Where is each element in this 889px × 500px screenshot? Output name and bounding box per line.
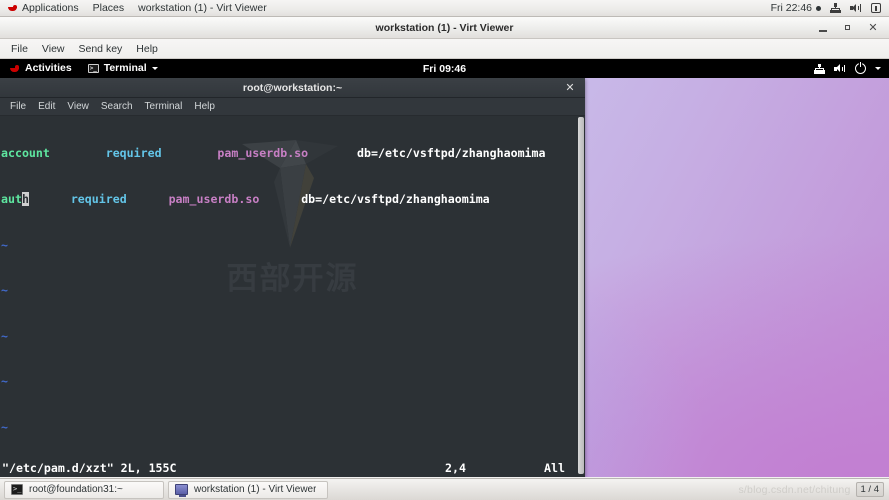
host-clock[interactable]: Fri 22:46: [771, 2, 821, 14]
guest-clock-label: Fri 09:46: [422, 62, 467, 75]
host-window-label: workstation (1) - Virt Viewer: [138, 2, 267, 14]
taskbar-item-terminal[interactable]: root@foundation31:~: [4, 480, 164, 499]
guest-app-menu[interactable]: Terminal: [80, 59, 166, 78]
guest-status-area[interactable]: [814, 62, 889, 74]
virt-viewer-menubar: File View Send key Help: [0, 39, 889, 59]
redhat-logo-icon: [9, 65, 20, 73]
host-taskbar: root@foundation31:~ workstation (1) - Vi…: [0, 478, 889, 500]
taskbar-watermark: s/blog.csdn.net/chitung: [738, 483, 851, 496]
terminal-scrollbar[interactable]: [577, 116, 585, 477]
workspace-pager[interactable]: 1 / 4: [855, 482, 884, 497]
guest-app-label: Terminal: [103, 62, 147, 74]
vim-tilde-row: ~: [1, 374, 8, 389]
terminal-menubar: File Edit View Search Terminal Help: [0, 98, 585, 116]
chevron-down-icon: [151, 67, 158, 70]
terminal-menu-terminal[interactable]: Terminal: [139, 99, 189, 115]
menu-help[interactable]: Help: [129, 40, 165, 58]
power-icon: [855, 62, 866, 74]
virt-viewer-title: workstation (1) - Virt Viewer: [375, 21, 514, 34]
guest-desktop: Activities Terminal Fri 09:46: [0, 59, 889, 477]
maximize-button[interactable]: [842, 22, 854, 34]
virt-viewer-icon: [175, 484, 188, 497]
virt-viewer-window-controls: ✕: [817, 17, 885, 39]
taskbar-right-area: s/blog.csdn.net/chitung 1 / 4: [738, 482, 887, 497]
host-top-panel: Applications Places workstation (1) - Vi…: [0, 0, 889, 17]
vim-status-scroll: All: [544, 461, 565, 475]
terminal-menu-view[interactable]: View: [61, 99, 95, 115]
vim-tilde-row: ~: [1, 419, 8, 434]
vim-tilde-row: ~: [1, 237, 8, 252]
taskbar-item-virt-viewer-label: workstation (1) - Virt Viewer: [194, 484, 317, 495]
notification-dot-icon: [816, 5, 821, 11]
vim-line-1: account required pam_userdb.so db=/etc/v…: [1, 146, 546, 161]
volume-icon[interactable]: [850, 3, 862, 13]
guest-activities-button[interactable]: Activities: [0, 59, 80, 78]
vim-status-line: "/etc/pam.d/xzt" 2L, 155C 2,4 All: [0, 459, 577, 477]
vim-status-file: "/etc/pam.d/xzt" 2L, 155C: [2, 461, 177, 475]
virt-viewer-window: workstation (1) - Virt Viewer ✕ File Vie…: [0, 17, 889, 478]
vim-line-2: auth required pam_userdb.so db=/etc/vsft…: [1, 192, 490, 206]
taskbar-item-virt-viewer[interactable]: workstation (1) - Virt Viewer: [168, 480, 328, 499]
terminal-menu-file[interactable]: File: [4, 99, 32, 115]
redhat-logo-icon: [7, 4, 18, 12]
guest-activities-label: Activities: [25, 62, 72, 74]
terminal-menu-search[interactable]: Search: [95, 99, 139, 115]
scrollbar-thumb[interactable]: [578, 117, 584, 474]
virt-viewer-titlebar[interactable]: workstation (1) - Virt Viewer ✕: [0, 17, 889, 39]
battery-icon[interactable]: [871, 3, 881, 13]
terminal-icon: [11, 483, 23, 495]
host-places-label: Places: [92, 2, 125, 14]
terminal-menu-edit[interactable]: Edit: [32, 99, 61, 115]
host-applications-label: Applications: [22, 2, 79, 14]
menu-view[interactable]: View: [35, 40, 72, 58]
host-applications-menu[interactable]: Applications: [0, 0, 86, 16]
host-status-area: Fri 22:46: [771, 2, 889, 14]
vim-cursor: h: [21, 192, 29, 206]
guest-top-panel: Activities Terminal Fri 09:46: [0, 59, 889, 78]
menu-send-key[interactable]: Send key: [72, 40, 130, 58]
terminal-window: root@workstation:~ ✕ File Edit View Sear…: [0, 78, 585, 477]
vim-tilde-row: ~: [1, 328, 8, 343]
close-button[interactable]: ✕: [867, 22, 879, 34]
host-clock-label: Fri 22:46: [770, 2, 812, 14]
menu-file[interactable]: File: [4, 40, 35, 58]
screen-root: Applications Places workstation (1) - Vi…: [0, 0, 889, 500]
terminal-title: root@workstation:~: [242, 81, 343, 94]
volume-icon: [834, 64, 846, 74]
taskbar-item-terminal-label: root@foundation31:~: [29, 484, 123, 495]
host-window-menu[interactable]: workstation (1) - Virt Viewer: [131, 0, 274, 16]
vim-status-position: 2,4: [445, 461, 466, 475]
network-icon: [814, 63, 825, 74]
terminal-body[interactable]: 西部开源 account required pam_userdb.so db=/…: [0, 116, 585, 477]
terminal-menu-help[interactable]: Help: [188, 99, 221, 115]
terminal-close-button[interactable]: ✕: [563, 81, 577, 95]
terminal-titlebar[interactable]: root@workstation:~ ✕: [0, 78, 585, 98]
network-icon[interactable]: [830, 3, 841, 13]
minimize-button[interactable]: [817, 22, 829, 34]
vim-tilde-row: ~: [1, 283, 8, 298]
host-places-menu[interactable]: Places: [86, 0, 132, 16]
vim-buffer[interactable]: account required pam_userdb.so db=/etc/v…: [0, 116, 577, 477]
chevron-down-icon: [875, 67, 881, 70]
terminal-icon: [87, 64, 99, 74]
